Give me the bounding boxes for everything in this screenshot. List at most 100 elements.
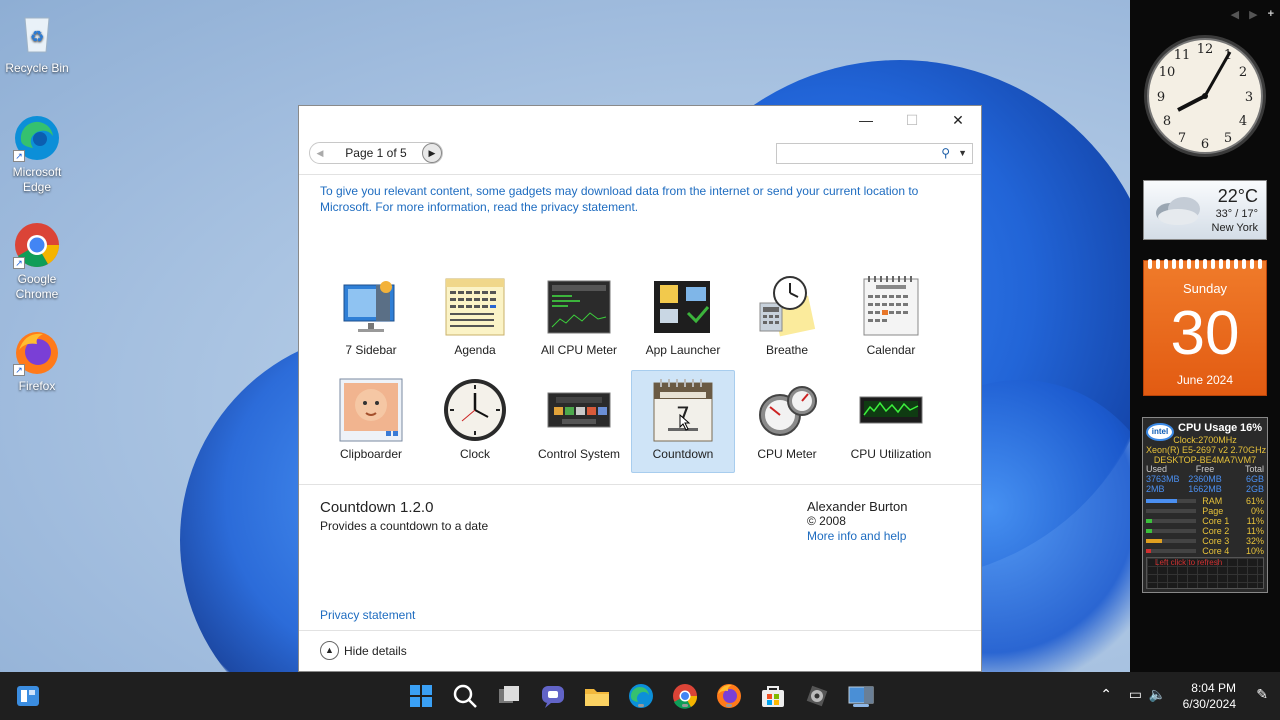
network-icon[interactable]: ▭ <box>1129 686 1142 703</box>
usage-bar-track <box>1146 549 1197 553</box>
memory-cell: 3763MB <box>1146 474 1180 484</box>
gadget-tile-agenda[interactable]: Agenda <box>423 266 527 369</box>
svg-text:6: 6 <box>1201 137 1209 152</box>
more-info-link[interactable]: More info and help <box>807 529 907 544</box>
cpu-usage-gadget[interactable]: intel CPU Usage 16% Clock:2700MHz Xeon(R… <box>1142 417 1268 593</box>
calendar-icon <box>858 273 924 339</box>
cpu-gauge-icon <box>754 377 820 443</box>
search-input[interactable] <box>779 145 933 162</box>
sidebar-next-icon[interactable]: ▶ <box>1249 8 1257 21</box>
minimize-button[interactable]: — <box>843 106 889 134</box>
usage-bar-label: Core 3 <box>1202 536 1230 546</box>
gadgets-dialog: — ☐ ✕ ◀ Page 1 of 5 ▶ ⚲ ▼ To give you re… <box>298 105 982 672</box>
cpu-history-graph[interactable]: Left click to refresh <box>1146 557 1264 589</box>
svg-text:5: 5 <box>1224 131 1232 146</box>
page-navigator: ◀ Page 1 of 5 ▶ <box>309 142 443 164</box>
gadget-tile-clock[interactable]: Clock <box>423 370 527 473</box>
desktop-icon-firefox[interactable]: ↗ Firefox <box>1 328 73 394</box>
chat-button[interactable] <box>539 682 567 710</box>
app-launcher-icon <box>650 273 716 339</box>
gadget-tile-cpu-meter[interactable]: CPU Meter <box>735 370 839 473</box>
active-indicator <box>853 704 869 707</box>
hide-details-button[interactable]: ▲ Hide details <box>320 641 407 660</box>
gadget-tile-clipboarder[interactable]: Clipboarder <box>319 370 423 473</box>
weather-range: 33° / 17° <box>1215 208 1258 220</box>
close-button[interactable]: ✕ <box>935 106 981 134</box>
gadget-tile-cpu-utilization[interactable]: CPU Utilization <box>839 370 943 473</box>
running-indicator <box>638 704 644 707</box>
store-button[interactable] <box>759 682 787 710</box>
chevron-down-icon[interactable]: ▼ <box>958 148 967 158</box>
privacy-notice-link[interactable]: To give you relevant content, some gadge… <box>320 183 940 215</box>
memory-cell: 2GB <box>1245 484 1264 494</box>
usage-bar-row: RAM 61% <box>1146 496 1264 506</box>
edge-taskbar-button[interactable] <box>627 682 655 710</box>
desktop-icon-label: Firefox <box>18 379 56 393</box>
svg-text:2: 2 <box>1239 65 1247 80</box>
sidebar-prev-icon[interactable]: ◀ <box>1231 8 1239 21</box>
gadget-tile-calendar[interactable]: Calendar <box>839 266 943 369</box>
countdown-icon: 7 <box>650 377 716 443</box>
clock-display[interactable]: 8:04 PM 6/30/2024 <box>1183 680 1236 712</box>
privacy-statement-link[interactable]: Privacy statement <box>320 608 415 622</box>
calendar-day: Sunday <box>1182 281 1228 296</box>
desktop-icon-recycle-bin[interactable]: ♻ Recycle Bin <box>1 10 73 76</box>
gadget-tile-breathe[interactable]: Breathe <box>735 266 839 369</box>
chevron-up-icon[interactable]: ⌃ <box>1100 686 1112 703</box>
gadget-tile-app-launcher[interactable]: App Launcher <box>631 266 735 369</box>
clock-gadget[interactable]: 12123 4567 891011 <box>1142 32 1268 160</box>
author-name: Alexander Burton <box>807 499 908 514</box>
usage-bars: RAM 61% Page 0% Core 1 11% Core 2 11% Core 3… <box>1146 496 1264 556</box>
memory-header: Used <box>1146 464 1168 474</box>
gadgets-taskbar-button[interactable] <box>847 682 875 710</box>
previous-page-button[interactable]: ◀ <box>310 148 330 159</box>
memory-header-row: Used Free Total <box>1146 464 1264 474</box>
running-indicator <box>682 704 688 707</box>
weather-temperature: 22°C <box>1217 186 1258 206</box>
cpu-clock: Clock:2700MHz <box>1173 435 1237 445</box>
weather-gadget[interactable]: 22°C 33° / 17° New York <box>1143 180 1267 240</box>
usage-bar-row: Core 1 11% <box>1146 516 1264 526</box>
settings-app-button[interactable] <box>803 682 831 710</box>
gadget-tile-7-sidebar[interactable]: 7 Sidebar <box>319 266 423 369</box>
desktop-icon-google-chrome[interactable]: ↗ Google Chrome <box>1 221 73 302</box>
memory-header: Total <box>1244 464 1264 474</box>
gadget-tile-countdown[interactable]: 7 Countdown <box>631 370 735 473</box>
file-explorer-button[interactable] <box>583 682 611 710</box>
divider <box>299 630 981 631</box>
usage-bar-percent: 32% <box>1245 536 1264 546</box>
usage-bar-track <box>1146 539 1197 543</box>
graph-note: Left click to refresh <box>1155 558 1223 567</box>
volume-icon[interactable]: 🔈 <box>1149 686 1166 703</box>
gadget-tile-control-system[interactable]: Control System <box>527 370 631 473</box>
chrome-taskbar-button[interactable] <box>671 682 699 710</box>
sidebar-add-icon[interactable]: + <box>1268 8 1274 21</box>
gadget-tile-all-cpu-meter[interactable]: All CPU Meter <box>527 266 631 369</box>
gadget-name: Clock <box>459 447 490 461</box>
gadget-name: CPU Meter <box>757 447 817 461</box>
divider <box>299 484 981 485</box>
search-button[interactable] <box>451 682 479 710</box>
widgets-button[interactable] <box>14 682 42 710</box>
task-view-icon <box>499 686 519 703</box>
task-view-button[interactable] <box>495 682 523 710</box>
maximize-button: ☐ <box>905 112 919 128</box>
calendar-gadget[interactable]: Sunday 30 June 2024 <box>1143 259 1267 396</box>
gadget-sidebar: ◀ ▶ + 12123 4567 891011 22°C 33° / 17° N… <box>1130 0 1280 672</box>
firefox-taskbar-button[interactable] <box>715 682 743 710</box>
running-indicator <box>726 704 732 707</box>
next-page-button[interactable]: ▶ <box>422 143 442 163</box>
search-icon[interactable]: ⚲ <box>941 146 950 160</box>
svg-text:7: 7 <box>676 404 690 429</box>
desktop-icon-microsoft-edge[interactable]: ↗ Microsoft Edge <box>1 114 73 195</box>
start-button[interactable] <box>407 682 435 710</box>
svg-text:3: 3 <box>1245 90 1253 105</box>
search-icon <box>453 684 477 708</box>
chevron-up-icon: ▲ <box>320 641 339 660</box>
gadget-name: App Launcher <box>645 343 721 357</box>
usage-bar-fill <box>1146 539 1163 543</box>
widgets-icon <box>17 686 39 706</box>
notification-icon[interactable]: ✎ <box>1256 686 1268 703</box>
gadget-name: All CPU Meter <box>540 343 617 357</box>
svg-text:8: 8 <box>1163 114 1171 129</box>
